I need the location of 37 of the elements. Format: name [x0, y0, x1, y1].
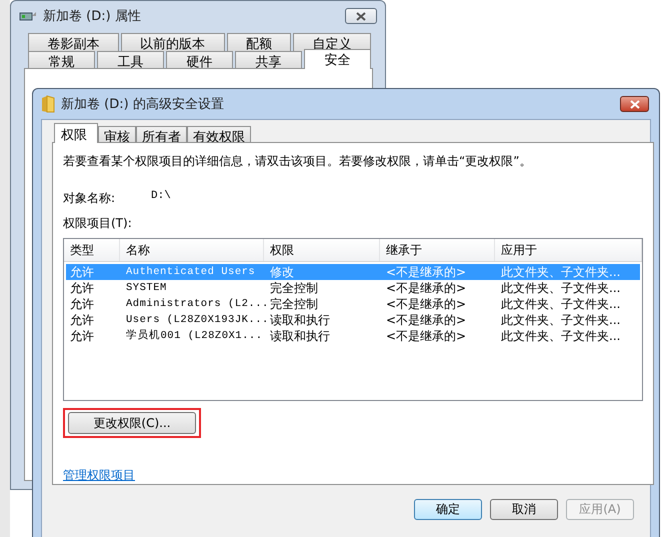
- object-name-value: D:\: [151, 190, 171, 204]
- entries-label: 权限项目(T):: [63, 215, 132, 232]
- tab[interactable]: 配额: [226, 33, 292, 51]
- info-text: 若要查看某个权限项目的详细信息，请双击该项目。若要修改权限，请单击“更改权限”。: [63, 153, 532, 170]
- tab[interactable]: 硬件: [166, 51, 233, 69]
- column-header[interactable]: 应用于: [495, 239, 642, 261]
- tab[interactable]: 共享: [235, 51, 302, 69]
- drive-icon: [19, 10, 37, 22]
- column-header[interactable]: 继承于: [380, 239, 495, 261]
- window-title: 新加卷 (D:) 属性: [43, 8, 141, 25]
- column-header[interactable]: 类型: [64, 239, 120, 261]
- permission-row[interactable]: 允许 Users (L28Z0X193JK...读取和执行 <不是继承的> 此文件夹、子文件夹...: [66, 312, 640, 328]
- dialog-button[interactable]: 确定: [414, 499, 482, 520]
- tab[interactable]: 所有者: [136, 126, 187, 143]
- tab[interactable]: 权限: [54, 123, 98, 143]
- tab[interactable]: 有效权限: [187, 126, 251, 143]
- object-name-label: 对象名称:: [63, 190, 116, 207]
- dialog-title: 新加卷 (D:) 的高级安全设置: [61, 96, 224, 113]
- tab[interactable]: 工具: [97, 51, 164, 69]
- tab[interactable]: 以前的版本: [120, 33, 224, 51]
- permission-row[interactable]: 允许 Administrators (L2...完全控制 <不是继承的> 此文件夹、子文件夹...: [66, 296, 640, 312]
- permission-row[interactable]: 允许 SYSTEM 完全控制 <不是继承的> 此文件夹、子文件夹...: [66, 280, 640, 296]
- column-header[interactable]: 权限: [264, 239, 380, 261]
- close-icon: [630, 100, 640, 108]
- dialog-button[interactable]: 取消: [490, 499, 558, 520]
- permission-row[interactable]: 允许 学员机001 (L28Z0X1... 读取和执行 <不是继承的> 此文件夹、子文件夹...: [66, 328, 640, 344]
- manage-permissions-link[interactable]: 管理权限项目: [63, 467, 135, 484]
- permission-list[interactable]: [63, 238, 643, 401]
- close-button[interactable]: [345, 8, 377, 24]
- tab[interactable]: 卷影副本: [28, 33, 119, 51]
- tab[interactable]: 常规: [28, 51, 95, 69]
- change-permissions-button[interactable]: 更改权限(C)...: [68, 412, 196, 434]
- close-button[interactable]: [620, 96, 649, 112]
- folder-icon: [41, 95, 55, 113]
- close-icon: [356, 12, 366, 20]
- tab[interactable]: 安全: [304, 49, 371, 69]
- column-header[interactable]: 名称: [120, 239, 264, 261]
